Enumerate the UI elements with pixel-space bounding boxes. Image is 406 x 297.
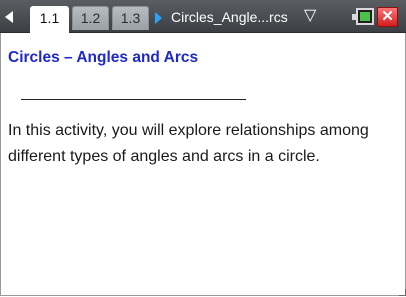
top-toolbar: 1.1 1.2 1.3 Circles_Angle...rcs ▽ ✕	[0, 0, 406, 33]
page-heading: Circles – Angles and Arcs	[8, 49, 199, 66]
document-title[interactable]: Circles_Angle...rcs	[171, 9, 288, 25]
notes-page[interactable]: Circles – Angles and Arcs In this activi…	[0, 33, 406, 296]
resize-corner	[399, 289, 406, 296]
chevron-down-icon[interactable]: ▽	[304, 8, 316, 24]
divider-line	[21, 99, 246, 100]
right-arrow-icon[interactable]	[155, 12, 162, 24]
close-icon[interactable]: ✕	[377, 7, 398, 27]
tab-1-1[interactable]: 1.1	[30, 6, 69, 33]
battery-icon	[352, 8, 374, 25]
left-arrow-icon[interactable]	[5, 11, 13, 23]
tab-1-2[interactable]: 1.2	[72, 6, 109, 30]
page-body-text: In this activity, you will explore relat…	[8, 122, 369, 165]
tab-1-3[interactable]: 1.3	[112, 6, 149, 30]
